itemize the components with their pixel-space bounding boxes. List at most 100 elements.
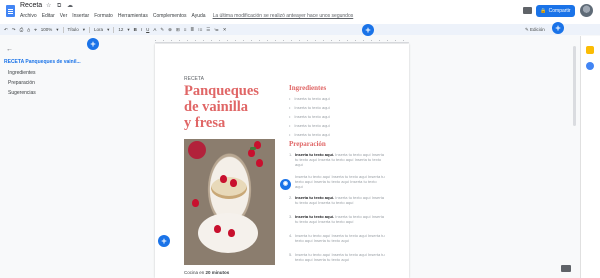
menu-editar[interactable]: Editar bbox=[42, 13, 55, 19]
menu-ver[interactable]: Ver bbox=[60, 13, 68, 19]
paint-format-icon[interactable]: ⌖ bbox=[34, 27, 37, 32]
add-marker-header[interactable]: + bbox=[552, 22, 564, 34]
menu-ayuda[interactable]: Ayuda bbox=[192, 13, 206, 19]
recipe-title-line: y fresa bbox=[184, 115, 226, 131]
document-scrollbar[interactable] bbox=[573, 44, 576, 278]
recipe-title: Panqueques de vainilla y fresa bbox=[184, 83, 284, 131]
document-page[interactable]: RECETA Panqueques de vainilla y fresa Co… bbox=[155, 44, 409, 278]
menu-complementos[interactable]: Complementos bbox=[153, 13, 187, 19]
step-text: Inserta tu texto aquí Inserta tu texto a… bbox=[295, 233, 385, 243]
side-panel-toggle-icon[interactable] bbox=[561, 265, 571, 272]
strawberry bbox=[220, 175, 227, 183]
strawberry bbox=[214, 225, 221, 233]
step-number: 1. bbox=[289, 152, 293, 157]
ingredients-heading: Ingredientes bbox=[289, 84, 327, 92]
last-edit-link[interactable]: La última modificación se realizó anteay… bbox=[213, 13, 354, 19]
align-left-icon[interactable]: ≡ bbox=[184, 27, 187, 32]
pancake-photo[interactable] bbox=[184, 139, 275, 265]
highlight-icon[interactable]: ✎ bbox=[160, 27, 164, 33]
cooking-time-label: Cocina en bbox=[184, 270, 205, 275]
step-number: 4. bbox=[289, 233, 293, 238]
menu-insertar[interactable]: Insertar bbox=[72, 13, 89, 19]
insert-image-icon[interactable]: ⊞ bbox=[176, 27, 180, 33]
underline-icon[interactable]: U bbox=[146, 27, 149, 32]
bold-icon[interactable]: B bbox=[134, 27, 137, 32]
preparation-step: 1. Inserta tu texto aquí. Inserta tu tex… bbox=[289, 152, 385, 167]
font-chevron-down-icon[interactable]: ▾ bbox=[107, 27, 109, 33]
ingredient-item: Inserta tu texto aquí bbox=[289, 132, 329, 137]
add-marker-page[interactable]: + bbox=[158, 235, 170, 247]
step-text: Inserta tu texto aquí. Inserta tu texto … bbox=[295, 195, 385, 205]
step-number: 5. bbox=[289, 252, 293, 257]
toolbar-divider bbox=[113, 26, 115, 33]
line-spacing-icon[interactable]: ⁝≡ bbox=[198, 27, 202, 33]
insert-link-icon[interactable]: ⊕ bbox=[168, 27, 172, 33]
formatting-toolbar: ↶ ↷ ⎙ A̲ ⌖ 100% ▾ Título ▾ Lora ▾ 12 ▾ B… bbox=[0, 24, 600, 35]
ingredient-item: Inserta tu texto aquí bbox=[289, 96, 329, 101]
bulleted-list-icon[interactable]: ☰ bbox=[206, 27, 210, 33]
style-select[interactable]: Título bbox=[68, 27, 79, 32]
ingredient-item: Inserta tu texto aquí bbox=[289, 123, 329, 128]
add-marker-toolbar[interactable]: + bbox=[362, 24, 374, 36]
menu-formato[interactable]: Formato bbox=[94, 13, 113, 19]
ingredient-item: Inserta tu texto aquí bbox=[289, 114, 329, 119]
editing-mode-select[interactable]: ✎ Edición bbox=[525, 24, 545, 35]
outline-item-receta[interactable]: RECETA Panqueques de vainil... bbox=[4, 59, 81, 65]
step-text: Inserta tu texto aquí. Inserta tu texto … bbox=[295, 152, 385, 167]
zoom-select[interactable]: 100% bbox=[41, 27, 53, 32]
pancake-stack bbox=[211, 177, 247, 199]
outline-item-preparacion[interactable]: Preparación bbox=[8, 80, 35, 86]
side-panel-rail bbox=[580, 36, 600, 278]
title-actions-icons[interactable]: ☆ ⧉ ☁ bbox=[46, 2, 75, 10]
toolbar-divider bbox=[62, 26, 64, 33]
redo-icon[interactable]: ↷ bbox=[12, 27, 16, 33]
font-size-select[interactable]: 12 bbox=[118, 27, 123, 32]
spellcheck-icon[interactable]: A̲ bbox=[27, 27, 30, 32]
preparation-step: 3. Inserta tu texto aquí. Inserta tu tex… bbox=[289, 214, 385, 224]
comment-history-icon[interactable] bbox=[523, 7, 532, 14]
font-select[interactable]: Lora bbox=[94, 27, 103, 32]
recipe-kicker: RECETA bbox=[184, 76, 204, 82]
recipe-title-line: Panqueques bbox=[184, 83, 259, 99]
toolbar-divider bbox=[89, 26, 91, 33]
document-title[interactable]: Receta bbox=[20, 2, 42, 9]
lock-icon: 🔒 bbox=[540, 8, 547, 14]
jam-bowl bbox=[188, 141, 206, 159]
outline-back-arrow-icon[interactable]: ← bbox=[6, 46, 13, 53]
recipe-title-line: de vainilla bbox=[184, 99, 249, 115]
preparation-step: 2. Inserta tu texto aquí. Inserta tu tex… bbox=[289, 195, 385, 205]
strawberry bbox=[230, 179, 237, 187]
menu-herramientas[interactable]: Herramientas bbox=[118, 13, 148, 19]
italic-icon[interactable]: I bbox=[141, 27, 142, 32]
cooking-time: Cocina en 20 minutos bbox=[184, 270, 229, 275]
zoom-chevron-down-icon[interactable]: ▾ bbox=[56, 27, 58, 33]
undo-icon[interactable]: ↶ bbox=[4, 27, 8, 33]
horizontal-ruler[interactable] bbox=[155, 37, 409, 43]
clear-formatting-icon[interactable]: ✕ bbox=[223, 27, 227, 33]
strawberry bbox=[192, 199, 199, 207]
top-bar: Receta ☆ ⧉ ☁ Archivo Editar Ver Insertar… bbox=[0, 0, 600, 24]
menu-bar: Archivo Editar Ver Insertar Formato Herr… bbox=[20, 13, 353, 19]
menu-archivo[interactable]: Archivo bbox=[20, 13, 37, 19]
preparation-step: Inserta tu texto aquí Inserta tu texto a… bbox=[289, 174, 385, 189]
tasks-icon[interactable] bbox=[586, 62, 594, 70]
numbered-list-icon[interactable]: ≔ bbox=[214, 27, 219, 33]
print-icon[interactable]: ⎙ bbox=[20, 27, 24, 32]
strawberry bbox=[248, 149, 255, 157]
share-button[interactable]: 🔒 Compartir bbox=[536, 5, 575, 17]
eye-marker-icon[interactable]: ◉ bbox=[280, 179, 291, 190]
docs-logo-icon[interactable] bbox=[6, 5, 15, 17]
step-text: Inserta tu texto aquí Inserta tu texto a… bbox=[295, 174, 385, 189]
outline-item-sugerencias[interactable]: Sugerencias bbox=[8, 90, 36, 96]
style-chevron-down-icon[interactable]: ▾ bbox=[83, 27, 85, 33]
text-color-icon[interactable]: A bbox=[153, 27, 156, 32]
keep-icon[interactable] bbox=[586, 46, 594, 54]
align-center-icon[interactable]: ≣ bbox=[190, 27, 194, 33]
account-avatar[interactable] bbox=[580, 4, 593, 17]
strawberry bbox=[256, 159, 263, 167]
font-size-chevron-down-icon[interactable]: ▾ bbox=[127, 27, 129, 33]
outline-item-ingredientes[interactable]: Ingredientes bbox=[8, 70, 36, 76]
add-marker-outline[interactable]: + bbox=[87, 38, 99, 50]
preparation-step: 4. Inserta tu texto aquí Inserta tu text… bbox=[289, 233, 385, 243]
step-number: 2. bbox=[289, 195, 293, 200]
